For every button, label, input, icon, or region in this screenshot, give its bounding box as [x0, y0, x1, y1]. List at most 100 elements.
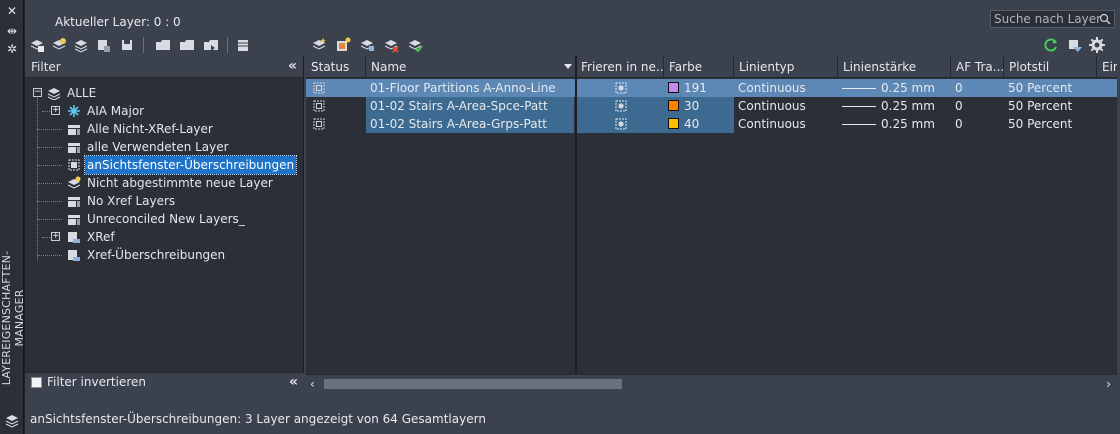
- color-index: 191: [684, 81, 707, 95]
- new-layer-vp-frozen-icon[interactable]: [335, 37, 351, 53]
- vp-freeze-icon: [615, 100, 627, 112]
- viewport-override-icon: [68, 159, 80, 171]
- color-swatch: [668, 82, 679, 93]
- refresh-icon[interactable]: [1043, 37, 1059, 53]
- folder-icon[interactable]: [179, 37, 195, 53]
- plotstyle-cell[interactable]: 50 Percent: [1004, 79, 1097, 97]
- search-input[interactable]: Suche nach Layer: [990, 10, 1115, 28]
- column-freeze-new-vp[interactable]: Frieren in ne...: [576, 56, 664, 78]
- tree-item-alle-verwendeten[interactable]: alle Verwendeten Layer: [25, 138, 304, 156]
- tree-item-xref-overrides[interactable]: Xref-Überschreibungen: [25, 246, 304, 264]
- expand-icon[interactable]: +: [51, 106, 60, 115]
- tree-item-no-xref[interactable]: No Xref Layers: [25, 192, 304, 210]
- tree-item-aia-major[interactable]: + AIA Major: [25, 102, 304, 120]
- save-state-icon[interactable]: [119, 37, 135, 53]
- status-cell[interactable]: [306, 97, 366, 115]
- table-row[interactable]: 01-02 Stairs A-Area-Spce-Patt 30 Continu…: [306, 97, 1117, 115]
- color-index: 30: [684, 99, 700, 113]
- horizontal-scrollbar[interactable]: ‹ ›: [306, 374, 1117, 392]
- column-status[interactable]: Status: [306, 56, 366, 78]
- search-placeholder: Suche nach Layer: [994, 12, 1102, 26]
- layer-states-icon[interactable]: [73, 37, 89, 53]
- properties-icon[interactable]: ✲: [5, 42, 19, 56]
- search-icon[interactable]: [1099, 13, 1111, 25]
- tree-item-unreconciled[interactable]: Unreconciled New Layers_: [25, 210, 304, 228]
- folder-export-icon[interactable]: [203, 37, 219, 53]
- plotstyle-cell[interactable]: 50 Percent: [1004, 97, 1097, 115]
- invert-filter-label[interactable]: Filter invertieren: [47, 375, 146, 389]
- tree-item-nicht-abgestimmte[interactable]: Nicht abgestimmte neue Layer: [25, 174, 304, 192]
- auto-hide-icon[interactable]: ⇹: [5, 24, 19, 38]
- layer-stack-icon: [47, 88, 61, 100]
- property-filter-icon: [68, 143, 80, 153]
- status-cell[interactable]: [306, 79, 366, 97]
- column-linetype[interactable]: Linientyp: [734, 56, 838, 78]
- column-transparency[interactable]: AF Tra...: [951, 56, 1004, 78]
- sort-desc-icon: [564, 64, 572, 69]
- scroll-left-icon[interactable]: ‹: [310, 377, 315, 391]
- scroll-thumb[interactable]: [324, 379, 622, 389]
- delete-layer-icon[interactable]: [383, 37, 399, 53]
- collapse-icon[interactable]: −: [33, 88, 42, 97]
- new-layer-vp-icon[interactable]: [359, 37, 375, 53]
- tree-item-ansichtsfenster[interactable]: anSichtsfenster-Überschreibungen: [25, 155, 304, 175]
- color-swatch: [668, 118, 679, 129]
- collapse-filter-footer-icon[interactable]: «: [289, 375, 298, 389]
- layer-name-cell[interactable]: 01-02 Stairs A-Area-Spce-Patt: [366, 97, 574, 115]
- column-name[interactable]: Name: [366, 56, 576, 78]
- grid-splitter[interactable]: [575, 56, 577, 374]
- linetype-cell[interactable]: Continuous: [734, 79, 838, 97]
- new-group-filter-icon[interactable]: [51, 37, 67, 53]
- freeze-cell[interactable]: [576, 115, 664, 133]
- tree-item-alle-nicht-xref[interactable]: Alle Nicht-XRef-Layer: [25, 120, 304, 138]
- table-row[interactable]: 01-Floor Partitions A-Anno-Line 191 Cont…: [306, 79, 1117, 97]
- layer-walk-icon[interactable]: [1067, 37, 1083, 53]
- freeze-cell[interactable]: [576, 97, 664, 115]
- close-icon[interactable]: ✕: [5, 4, 19, 18]
- column-plotstyle[interactable]: Plotstil: [1004, 56, 1097, 78]
- plotstyle-cell[interactable]: 50 Percent: [1004, 115, 1097, 133]
- set-current-icon[interactable]: [407, 37, 423, 53]
- column-color[interactable]: Farbe: [664, 56, 734, 78]
- linetype-cell[interactable]: Continuous: [734, 115, 838, 133]
- tree-item-alle[interactable]: − ALLE: [25, 84, 304, 102]
- new-layer-icon[interactable]: [311, 37, 327, 53]
- filter-footer: Filter invertieren «: [25, 372, 304, 392]
- layer-translate-icon[interactable]: [235, 37, 251, 53]
- viewport-override-icon: [313, 118, 325, 130]
- transparency-cell[interactable]: 0: [951, 97, 1004, 115]
- xref-override-icon: [68, 250, 80, 261]
- lineweight-value: 0.25 mm: [881, 99, 935, 113]
- status-cell[interactable]: [306, 115, 366, 133]
- color-cell[interactable]: 30: [664, 97, 734, 115]
- new-property-filter-icon[interactable]: [29, 37, 45, 53]
- tree-item-xref[interactable]: + XRef: [25, 228, 304, 246]
- collapse-filter-icon[interactable]: «: [288, 59, 297, 73]
- lineweight-cell[interactable]: 0.25 mm: [838, 115, 951, 133]
- freeze-cell[interactable]: [576, 79, 664, 97]
- transparency-cell[interactable]: 0: [951, 79, 1004, 97]
- vp-freeze-icon: [615, 82, 627, 94]
- lineweight-cell[interactable]: 0.25 mm: [838, 79, 951, 97]
- color-cell[interactable]: 191: [664, 79, 734, 97]
- linetype-cell[interactable]: Continuous: [734, 97, 838, 115]
- table-row[interactable]: 01-02 Stairs A-Area-Grps-Patt 40 Continu…: [306, 115, 1117, 133]
- transparency-cell[interactable]: 0: [951, 115, 1004, 133]
- layer-grid: Status Name Frieren in ne... Farbe Linie…: [306, 56, 1117, 392]
- expand-icon[interactable]: +: [51, 232, 60, 241]
- scroll-right-icon[interactable]: ›: [1106, 377, 1111, 391]
- color-index: 40: [684, 117, 700, 131]
- column-lineweight[interactable]: Linienstärke: [838, 56, 951, 78]
- color-cell[interactable]: 40: [664, 115, 734, 133]
- invert-filter-checkbox[interactable]: [31, 377, 42, 388]
- color-swatch: [668, 100, 679, 111]
- layer-name-cell[interactable]: 01-02 Stairs A-Area-Grps-Patt: [366, 115, 574, 133]
- lineweight-cell[interactable]: 0.25 mm: [838, 97, 951, 115]
- gear-icon[interactable]: [1089, 37, 1105, 53]
- viewport-override-icon: [313, 100, 325, 112]
- folder-new-icon[interactable]: [155, 37, 171, 53]
- column-ein[interactable]: Ein: [1097, 56, 1117, 78]
- layer-settings-icon[interactable]: [95, 37, 111, 53]
- tree-item-label: AIA Major: [87, 104, 145, 118]
- layer-name-cell[interactable]: 01-Floor Partitions A-Anno-Line: [366, 79, 574, 97]
